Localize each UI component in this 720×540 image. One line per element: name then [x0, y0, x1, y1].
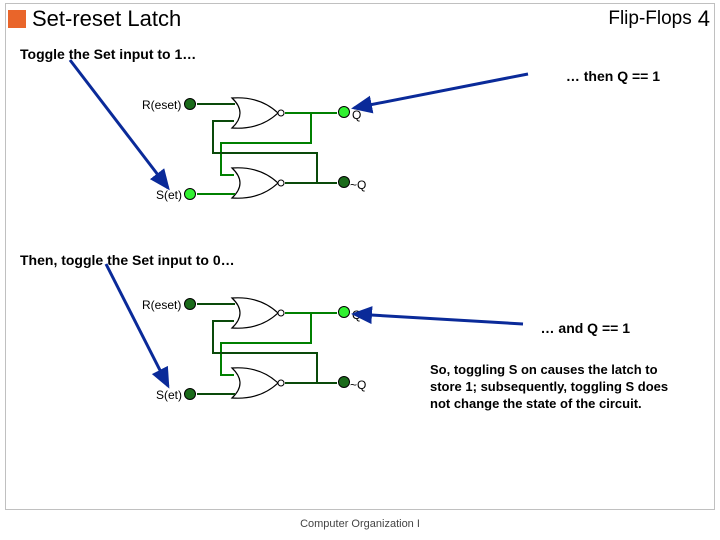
wire [310, 312, 312, 342]
page-number: 4 [698, 6, 710, 32]
wire [310, 112, 312, 142]
nor-gate-top [230, 296, 285, 330]
nor-gate-top [230, 96, 285, 130]
wire [212, 352, 318, 354]
wire [285, 182, 337, 184]
arrow-to-set-2 [100, 264, 200, 404]
wire [197, 393, 235, 395]
arrow-then2 [348, 306, 548, 334]
led-notq-output [338, 376, 350, 388]
bullet-icon [8, 10, 26, 28]
title-bar: Set-reset Latch Flip-Flops 4 [8, 6, 710, 32]
wire [316, 352, 318, 382]
wire [212, 120, 214, 152]
footer-text: Computer Organization I [0, 518, 720, 530]
label-notq: ~Q [350, 178, 366, 192]
explanation-text: So, toggling S on causes the latch to st… [430, 362, 680, 413]
wire [220, 374, 234, 376]
led-notq-output [338, 176, 350, 188]
nor-gate-bottom [230, 166, 285, 200]
nor-gate-bottom [230, 366, 285, 400]
wire [220, 342, 222, 374]
label-notq: ~Q [350, 378, 366, 392]
page-title: Set-reset Latch [32, 6, 608, 32]
wire [197, 193, 235, 195]
wire [212, 152, 318, 154]
section-label: Flip-Flops [608, 8, 691, 30]
wire [220, 174, 234, 176]
then2-text: … and Q == 1 [541, 320, 630, 336]
wire [220, 142, 312, 144]
arrow-then1 [348, 72, 548, 112]
wire [197, 103, 235, 105]
then1-text: … then Q == 1 [566, 68, 660, 84]
wire [212, 320, 214, 352]
wire [316, 152, 318, 182]
arrow-to-set-1 [60, 60, 200, 210]
wire [285, 382, 337, 384]
wire [220, 142, 222, 174]
slide-body: Toggle the Set input to 1… … then Q == 1… [20, 42, 700, 500]
wire [212, 320, 234, 322]
wire [220, 342, 312, 344]
wire [197, 303, 235, 305]
wire [212, 120, 234, 122]
